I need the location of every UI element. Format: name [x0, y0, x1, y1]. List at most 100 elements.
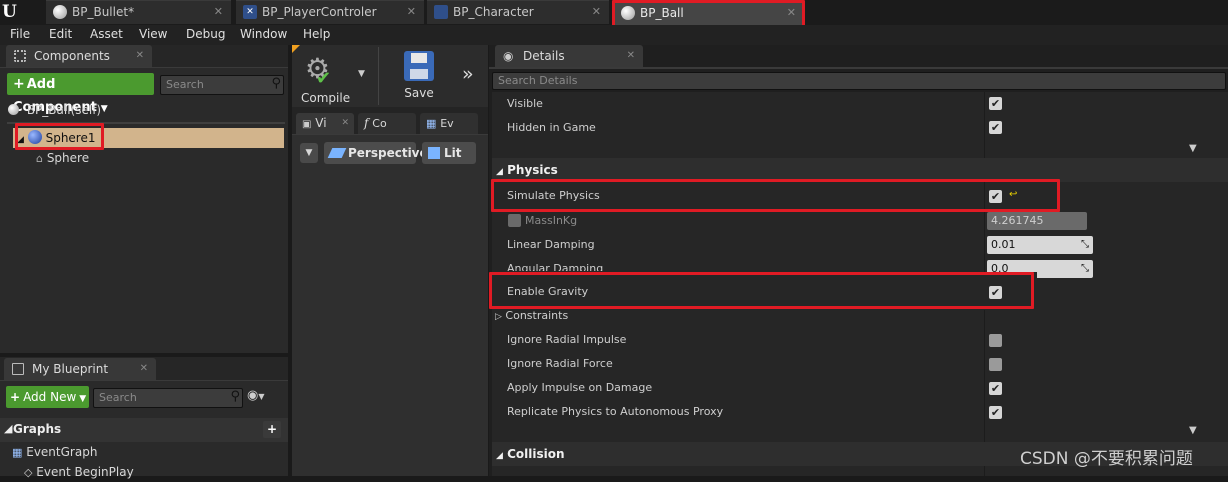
close-icon[interactable]: ✕ — [627, 45, 635, 67]
tab-label: My Blueprint — [32, 362, 109, 376]
document-tab-bar: U BP_Bullet* ✕ ✕ BP_PlayerControler ✕ BP… — [0, 0, 1228, 32]
mass-override-checkbox[interactable] — [508, 214, 521, 227]
save-button[interactable]: Save — [398, 51, 440, 103]
tab-viewport[interactable]: ▣ Vi ✕ — [296, 113, 354, 134]
magnifier-icon: ◉ — [503, 49, 514, 63]
blueprint-search-input[interactable]: Search ⚲ — [93, 388, 243, 408]
graph-item-event-beginplay[interactable]: ◇ Event BeginPlay — [24, 463, 134, 481]
drag-arrows-icon[interactable]: ⤡ — [1081, 260, 1089, 278]
close-icon[interactable]: ✕ — [592, 1, 601, 23]
apply-impulse-on-damage-checkbox[interactable]: ✔ — [989, 382, 1002, 395]
eye-icon[interactable]: ◉▼ — [247, 388, 265, 403]
ignore-radial-force-label: Ignore Radial Force — [507, 357, 613, 370]
component-sphere[interactable]: ⌂ Sphere — [36, 149, 89, 167]
replicate-physics-label: Replicate Physics to Autonomous Proxy — [507, 405, 724, 418]
linear-damping-label: Linear Damping — [507, 238, 595, 251]
components-panel: Components ✕ + Add Component ▼ Search ⚲ BP… — [0, 45, 288, 353]
tab-bp-bullet[interactable]: BP_Bullet* ✕ — [46, 0, 231, 24]
search-icon[interactable]: ⚲ — [230, 388, 240, 406]
graphs-header[interactable]: ◢ Graphs + — [0, 418, 288, 442]
lit-mode-button[interactable]: Lit — [422, 142, 476, 164]
expand-more-icon[interactable]: ▼ — [1189, 143, 1197, 154]
tab-construction-script[interactable]: f Co — [358, 113, 416, 134]
tab-label: Components — [34, 49, 110, 63]
details-search-input[interactable]: Search Details — [492, 72, 1226, 90]
event-icon: ◇ — [24, 466, 33, 479]
mass-field[interactable]: 4.261745 — [987, 212, 1087, 230]
compile-button[interactable]: ⚙✔ Compile — [301, 51, 350, 105]
tab-label: BP_PlayerControler — [262, 5, 377, 19]
components-icon — [14, 50, 26, 62]
components-search-input[interactable]: Search ⚲ — [160, 75, 284, 95]
more-chevron-icon[interactable]: » — [462, 63, 474, 85]
perspective-button[interactable]: Perspective — [324, 142, 428, 164]
cube-icon — [428, 147, 440, 159]
expand-more-icon[interactable]: ▼ — [1189, 425, 1197, 436]
hidden-in-game-checkbox[interactable]: ✔ — [989, 121, 1002, 134]
tab-details[interactable]: ◉ Details ✕ — [495, 45, 643, 67]
highlight-box — [491, 179, 1060, 212]
apply-impulse-on-damage-label: Apply Impulse on Damage — [507, 381, 653, 394]
viewport-area[interactable] — [292, 134, 488, 476]
tab-label: BP_Bullet* — [72, 5, 135, 19]
expand-arrow-icon: ▷ — [495, 312, 502, 322]
constraints-row[interactable]: ▷ Constraints — [495, 304, 568, 328]
ignore-radial-force-checkbox[interactable]: ✔ — [989, 358, 1002, 371]
blueprint-sphere-icon — [53, 5, 67, 19]
highlight-box — [489, 272, 1034, 309]
tab-components[interactable]: Components ✕ — [6, 45, 152, 67]
visible-checkbox[interactable]: ✔ — [989, 97, 1002, 110]
plus-icon: + — [10, 390, 21, 404]
ignore-radial-impulse-label: Ignore Radial Impulse — [507, 333, 627, 346]
mass-label: MassInKg — [525, 214, 578, 227]
replicate-physics-checkbox[interactable]: ✔ — [989, 406, 1002, 419]
component-self[interactable]: BP_Ball(self) — [8, 101, 101, 119]
save-disk-icon — [404, 51, 434, 81]
ignore-radial-impulse-checkbox[interactable]: ✔ — [989, 334, 1002, 347]
blueprint-sphere-icon — [8, 104, 19, 115]
close-icon[interactable]: ✕ — [214, 1, 223, 23]
angular-damping-label: Angular Damping — [507, 262, 604, 271]
graph-item-eventgraph[interactable]: ▦ EventGraph — [12, 443, 97, 461]
book-icon — [12, 363, 24, 375]
tab-bp-playercontroler[interactable]: ✕ BP_PlayerControler ✕ — [236, 0, 424, 24]
add-new-button[interactable]: + Add New ▼ — [6, 386, 89, 408]
linear-damping-field[interactable]: 0.01 ⤡ — [987, 236, 1093, 254]
menu-edit[interactable]: Edit — [49, 25, 72, 45]
menu-help[interactable]: Help — [303, 25, 330, 45]
tab-bp-character[interactable]: BP_Character ✕ — [427, 0, 609, 24]
viewport-options-button[interactable]: ▼ — [300, 143, 318, 163]
watermark: CSDN @不要积累问题 — [1020, 449, 1193, 469]
graph-icon: ▦ — [12, 446, 23, 459]
close-icon[interactable]: ✕ — [136, 45, 144, 67]
tab-label: BP_Character — [453, 5, 534, 19]
close-icon[interactable]: ✕ — [407, 1, 416, 23]
menu-asset[interactable]: Asset — [90, 25, 123, 45]
plus-icon: + — [13, 76, 25, 92]
search-icon[interactable]: ⚲ — [271, 75, 281, 93]
chevron-down-icon: ▼ — [79, 394, 87, 404]
function-icon: f — [364, 116, 369, 130]
chevron-down-icon[interactable]: ▼ — [358, 69, 365, 79]
menu-debug[interactable]: Debug — [186, 25, 225, 45]
hidden-in-game-label: Hidden in Game — [507, 121, 596, 134]
add-graph-button[interactable]: + — [263, 421, 281, 438]
close-icon[interactable]: ✕ — [140, 358, 148, 380]
details-panel: ◉ Details ✕ Search Details Visible ✔ Hid… — [489, 45, 1228, 476]
drag-arrows-icon[interactable]: ⤡ — [1081, 236, 1089, 254]
menu-bar: File Edit Asset View Debug Window Help — [0, 25, 1228, 45]
collapse-arrow-icon: ◢ — [4, 422, 13, 435]
add-component-button[interactable]: + Add Component ▼ — [7, 73, 154, 115]
graph-icon: ▦ — [426, 117, 437, 130]
highlight-box — [15, 123, 104, 150]
collapse-arrow-icon: ◢ — [496, 167, 503, 177]
perspective-icon — [327, 148, 347, 158]
menu-file[interactable]: File — [10, 25, 30, 45]
chevron-down-icon: ▼ — [100, 104, 108, 114]
tab-my-blueprint[interactable]: My Blueprint ✕ — [4, 358, 156, 380]
visible-label: Visible — [507, 97, 543, 110]
tab-label: Details — [523, 49, 565, 63]
menu-window[interactable]: Window — [240, 25, 287, 45]
menu-view[interactable]: View — [139, 25, 167, 45]
tab-event-graph[interactable]: ▦ Ev — [420, 113, 478, 134]
